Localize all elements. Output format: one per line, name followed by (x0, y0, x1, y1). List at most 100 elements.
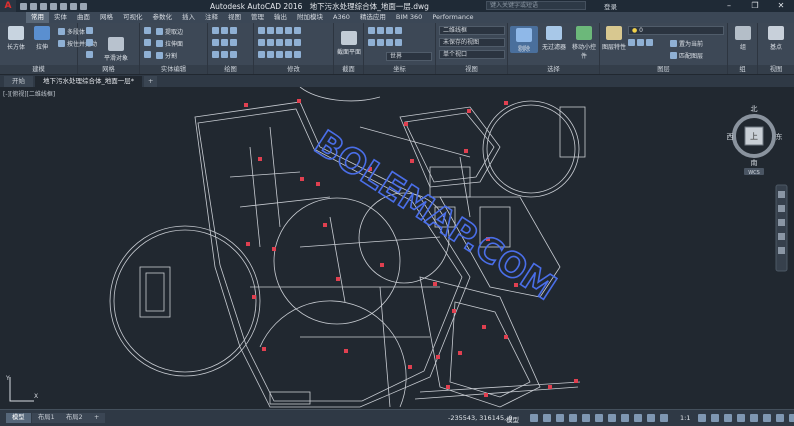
transparency-icon[interactable] (634, 414, 642, 422)
restore-icon[interactable]: ❐ (742, 0, 768, 12)
section-plane-button[interactable]: 截面平面 (335, 31, 363, 56)
layer-dropdown[interactable]: ● 0 (628, 26, 724, 35)
intersect-button[interactable] (144, 51, 151, 58)
tab-annotate[interactable]: 注释 (200, 12, 223, 23)
redo-icon[interactable] (80, 2, 87, 10)
autocad-logo-icon[interactable]: A (0, 0, 16, 12)
mesh-tool-2[interactable] (86, 39, 93, 46)
object-snap-icon[interactable] (595, 414, 603, 422)
visual-style-dropdown[interactable]: 二维线框 (439, 26, 505, 35)
panel-footer-draw[interactable]: 绘图 (208, 65, 253, 74)
base-point-button[interactable]: 基点 (762, 26, 790, 51)
annotation-scale[interactable]: 1:1 (680, 414, 690, 422)
drawing-canvas[interactable]: 上 北 南 东 西 WCS Y X BOLEMAP.COM [-][俯视][二维… (0, 87, 794, 409)
panel-footer-group[interactable]: 组 (728, 65, 757, 74)
panel-footer-modeling[interactable]: 建模 (0, 65, 77, 74)
tab-parametric[interactable]: 参数化 (148, 12, 178, 23)
isodraft-icon[interactable] (582, 414, 590, 422)
viewcube[interactable]: 上 北 南 东 西 WCS (727, 105, 783, 176)
tab-insert[interactable]: 插入 (177, 12, 200, 23)
new-tab-button[interactable]: + (144, 76, 158, 87)
tab-visualize[interactable]: 可视化 (118, 12, 148, 23)
new-layout-button[interactable]: + (88, 413, 106, 423)
save-icon[interactable] (40, 2, 47, 10)
match-layer-button[interactable]: 匹配图层 (670, 51, 703, 60)
login-button[interactable]: 登录 (604, 1, 617, 11)
panel-footer-view[interactable]: 视图 (436, 65, 507, 74)
tab-current-drawing[interactable]: 地下污水处理综合体_地面一层* (35, 76, 142, 87)
tab-start[interactable]: 开始 (4, 76, 33, 87)
zoom-extents-icon[interactable] (778, 219, 785, 226)
pan-icon[interactable] (778, 205, 785, 212)
smooth-object-button[interactable]: 平滑对象 (102, 37, 130, 62)
tab-mesh[interactable]: 网格 (95, 12, 118, 23)
isolate-objects-icon[interactable] (763, 414, 771, 422)
layout-tab-model[interactable]: 模型 (6, 413, 31, 423)
print-icon[interactable] (60, 2, 67, 10)
polygon-tool[interactable] (212, 51, 237, 58)
move-gizmo-button[interactable]: 移动小控件 (570, 26, 598, 60)
undo-icon[interactable] (70, 2, 77, 10)
minimize-icon[interactable]: – (716, 0, 742, 12)
tab-manage[interactable]: 管理 (246, 12, 269, 23)
snap-tracking-icon[interactable] (608, 414, 616, 422)
culling-button[interactable]: 剔除 (510, 26, 538, 53)
viewport-controls[interactable]: [-][俯视][二维线框] (3, 89, 55, 98)
ortho-icon[interactable] (556, 414, 564, 422)
layer-properties-button[interactable]: 图层特性 (600, 26, 628, 51)
tab-featured-apps[interactable]: 精选应用 (355, 12, 391, 23)
arc-tool[interactable] (212, 39, 237, 46)
union-button[interactable] (144, 27, 151, 34)
panel-footer-solid-editing[interactable]: 实体编辑 (140, 65, 207, 74)
navigation-bar[interactable] (775, 184, 788, 272)
save-as-icon[interactable] (50, 2, 57, 10)
panel-footer-view-base[interactable]: 视图 (758, 65, 794, 74)
tab-solid[interactable]: 实体 (49, 12, 72, 23)
tab-home[interactable]: 常用 (26, 12, 49, 23)
tab-surface[interactable]: 曲面 (72, 12, 95, 23)
showmotion-icon[interactable] (778, 247, 785, 254)
panel-footer-section[interactable]: 截面 (334, 65, 363, 74)
explode-tool[interactable] (258, 51, 301, 58)
box-button[interactable]: 长方体 (2, 26, 30, 51)
units-icon[interactable] (724, 414, 732, 422)
lock-ui-icon[interactable] (750, 414, 758, 422)
viewport-config-dropdown[interactable]: 单个视口 (439, 50, 505, 59)
annotation-monitor-icon[interactable] (711, 414, 719, 422)
mesh-tool-3[interactable] (86, 51, 93, 58)
panel-footer-layers[interactable]: 图层 (600, 65, 727, 74)
workspace-gear-icon[interactable] (698, 414, 706, 422)
layout-tab-layout2[interactable]: 布局2 (60, 413, 89, 423)
viewcube-north-label[interactable]: 北 (751, 105, 758, 113)
viewcube-west-label[interactable]: 西 (727, 133, 734, 141)
extrude-button[interactable]: 拉伸 (28, 26, 56, 51)
group-button[interactable]: 组 (729, 26, 757, 51)
hardware-accel-icon[interactable] (776, 414, 784, 422)
extract-edges-button[interactable]: 提取边 (156, 27, 183, 36)
tab-view[interactable]: 视图 (223, 12, 246, 23)
clean-screen-icon[interactable] (789, 414, 794, 422)
set-current-button[interactable]: 置为当前 (670, 39, 703, 48)
ucs-tools-row2[interactable] (368, 39, 402, 46)
quick-properties-icon[interactable] (737, 414, 745, 422)
panel-footer-selection[interactable]: 选择 (508, 65, 599, 74)
move-tool[interactable] (258, 27, 301, 34)
tab-addins[interactable]: 附加模块 (292, 12, 328, 23)
steering-wheel-icon[interactable] (778, 191, 785, 198)
coordinate-readout[interactable]: -235543, 316145, 0 (448, 414, 512, 422)
layer-tools-row[interactable] (628, 39, 653, 46)
model-space-toggle[interactable]: 模型 (506, 414, 519, 424)
no-filter-button[interactable]: 无过滤器 (538, 26, 570, 51)
tab-performance[interactable]: Performance (427, 12, 478, 23)
separate-button[interactable]: 分割 (156, 51, 177, 60)
orbit-icon[interactable] (778, 233, 785, 240)
new-file-icon[interactable] (20, 2, 27, 10)
extrude-face-button[interactable]: 拉伸面 (156, 39, 183, 48)
line-tool[interactable] (212, 27, 237, 34)
panel-footer-coordinates[interactable]: 坐标 (364, 65, 435, 74)
subtract-button[interactable] (144, 39, 151, 46)
grid-icon[interactable] (530, 414, 538, 422)
fillet-tool[interactable] (258, 39, 301, 46)
snap-icon[interactable] (543, 414, 551, 422)
tab-bim360[interactable]: BIM 360 (391, 12, 427, 23)
